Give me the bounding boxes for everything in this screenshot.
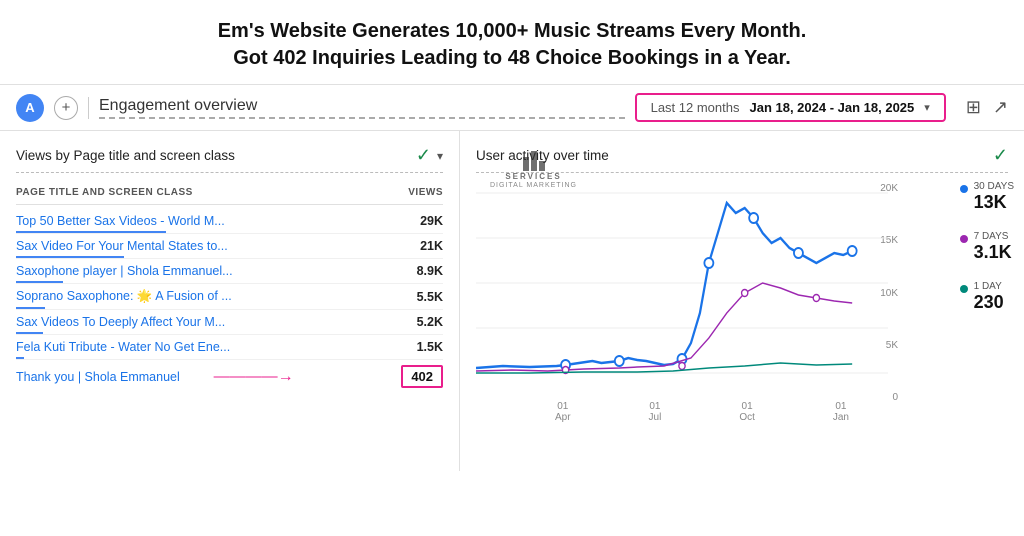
row-title: Saxophone player | Shola Emmanuel... xyxy=(16,264,403,278)
stat-item: 30 DAYS 13K xyxy=(960,181,1014,213)
row-views: 21K xyxy=(403,239,443,253)
chart-area: 20K15K10K5K0 xyxy=(476,183,1008,423)
panel-controls: ✓ ▾ xyxy=(416,145,443,166)
headline-line2: Got 402 Inquiries Leading to 48 Choice B… xyxy=(40,45,984,72)
date-range-value: Jan 18, 2024 - Jan 18, 2025 xyxy=(749,100,914,115)
left-panel: Views by Page title and screen class ✓ ▾… xyxy=(0,131,460,471)
nav-add-button[interactable]: + xyxy=(54,96,78,120)
arrow-icon: ————→ xyxy=(206,368,402,386)
left-panel-header: Views by Page title and screen class ✓ ▾ xyxy=(16,145,443,173)
row-title: Sax Videos To Deeply Affect Your M... xyxy=(16,315,403,329)
x-axis-label: 01 Jan xyxy=(833,401,849,423)
main-content: Views by Page title and screen class ✓ ▾… xyxy=(0,131,1024,471)
row-bar xyxy=(16,256,124,258)
row-bar xyxy=(16,332,43,334)
table-header: PAGE TITLE AND SCREEN CLASS VIEWS xyxy=(16,183,443,205)
x-axis-label: 01 Jul xyxy=(649,401,662,423)
stat-value: 3.1K xyxy=(974,242,1012,263)
row-views: 29K xyxy=(403,214,443,228)
x-axis-label: 01 Oct xyxy=(739,401,755,423)
nav-divider xyxy=(88,97,89,119)
nav-title: Engagement overview xyxy=(99,97,625,119)
x-axis: 01 Apr 01 Jul 01 Oct 01 Jan xyxy=(516,401,888,423)
headline-line1: Em's Website Generates 10,000+ Music Str… xyxy=(40,18,984,45)
share-icon[interactable]: ↗ xyxy=(993,97,1008,118)
table-row: Sax Videos To Deeply Affect Your M... 5.… xyxy=(16,310,443,335)
stat-label: 1 DAY xyxy=(974,281,1004,292)
chevron-down-icon: ▾ xyxy=(924,101,930,114)
row-views: 5.2K xyxy=(403,315,443,329)
row-title: Soprano Saxophone: 🌟 A Fusion of ... xyxy=(16,289,403,304)
stat-value: 230 xyxy=(974,292,1004,313)
row-title: Fela Kuti Tribute - Water No Get Ene... xyxy=(16,340,403,354)
stat-dot xyxy=(960,235,968,243)
nav-action-icons: ⊞ ↗ xyxy=(966,97,1008,118)
thank-you-row: Thank you | Shola Emmanuel ————→ 402 xyxy=(16,360,443,393)
headline: Em's Website Generates 10,000+ Music Str… xyxy=(0,0,1024,85)
table-row: Top 50 Better Sax Videos - World M... 29… xyxy=(16,209,443,234)
row-views: 8.9K xyxy=(403,264,443,278)
highlighted-value: 402 xyxy=(401,365,443,388)
dropdown-arrow-icon[interactable]: ▾ xyxy=(437,149,443,163)
table-row: Saxophone player | Shola Emmanuel... 8.9… xyxy=(16,259,443,284)
check-icon[interactable]: ✓ xyxy=(416,145,431,166)
row-title: Top 50 Better Sax Videos - World M... xyxy=(16,214,403,228)
logo-text1: SERVICES xyxy=(505,172,561,181)
stat-dot xyxy=(960,285,968,293)
nav-avatar[interactable]: A xyxy=(16,94,44,122)
stat-item: 7 DAYS 3.1K xyxy=(960,231,1014,263)
compare-icon[interactable]: ⊞ xyxy=(966,97,981,118)
row-bar xyxy=(16,307,45,309)
col-views-header: VIEWS xyxy=(408,187,443,198)
x-axis-label: 01 Apr xyxy=(555,401,571,423)
row-views: 1.5K xyxy=(403,340,443,354)
thank-you-title: Thank you | Shola Emmanuel xyxy=(16,370,206,384)
table-row: Sax Video For Your Mental States to... 2… xyxy=(16,234,443,259)
stat-label: 7 DAYS xyxy=(974,231,1012,242)
row-bar xyxy=(16,281,63,283)
stat-value: 13K xyxy=(974,192,1014,213)
stat-dot xyxy=(960,185,968,193)
date-range-picker[interactable]: Last 12 months Jan 18, 2024 - Jan 18, 20… xyxy=(635,93,946,122)
table-row: Soprano Saxophone: 🌟 A Fusion of ... 5.5… xyxy=(16,284,443,310)
row-bar xyxy=(16,357,24,359)
date-range-label: Last 12 months xyxy=(651,100,740,115)
right-check-icon: ✓ xyxy=(993,145,1008,166)
row-views: 5.5K xyxy=(403,290,443,304)
row-title: Sax Video For Your Mental States to... xyxy=(16,239,403,253)
row-bar xyxy=(16,231,166,233)
left-panel-title: Views by Page title and screen class xyxy=(16,148,235,163)
stats-area: 30 DAYS 13K 7 DAYS 3.1K 1 DAY 230 xyxy=(960,181,1014,313)
stat-label: 30 DAYS xyxy=(974,181,1014,192)
table-row: Fela Kuti Tribute - Water No Get Ene... … xyxy=(16,335,443,360)
activity-chart xyxy=(476,183,888,403)
table-rows: Top 50 Better Sax Videos - World M... 29… xyxy=(16,209,443,360)
stat-item: 1 DAY 230 xyxy=(960,281,1014,313)
col-page-header: PAGE TITLE AND SCREEN CLASS xyxy=(16,187,193,198)
right-panel: User activity over time ✓ SERVICES DIGIT… xyxy=(460,131,1024,471)
navbar: A + Engagement overview Last 12 months J… xyxy=(0,85,1024,131)
